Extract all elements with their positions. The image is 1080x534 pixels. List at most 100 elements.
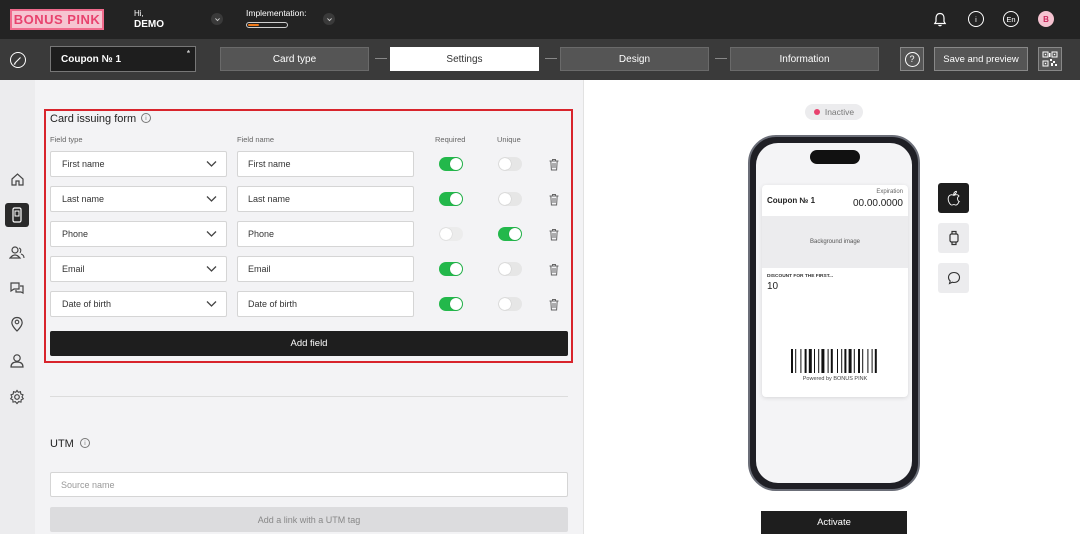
chevron-down-icon — [206, 196, 217, 202]
qr-code-button[interactable] — [1038, 47, 1062, 71]
required-toggle[interactable] — [439, 262, 463, 276]
settings-icon[interactable] — [8, 388, 26, 406]
clients-icon[interactable] — [8, 243, 26, 261]
toggle-knob — [499, 193, 511, 205]
coupon-name-field[interactable]: Coupon № 1 * — [50, 46, 196, 72]
field-type-select[interactable]: Date of birth — [50, 291, 227, 317]
toggle-knob — [450, 263, 462, 275]
card-preview-panel: Inactive Coupon № 1 Expiration 00.00.000… — [583, 80, 1080, 534]
unique-toggle[interactable] — [498, 297, 522, 311]
android-icon — [948, 230, 959, 246]
add-field-button[interactable]: Add field — [50, 331, 568, 356]
implementation-progress-bar — [246, 22, 288, 28]
step-card-type[interactable]: Card type — [220, 47, 369, 71]
status-dot-icon — [813, 109, 820, 115]
save-and-preview-button[interactable]: Save and preview — [934, 47, 1028, 71]
required-toggle[interactable] — [439, 192, 463, 206]
home-icon[interactable] — [8, 170, 26, 188]
field-name-input[interactable]: Phone — [237, 221, 414, 247]
chevron-down-icon — [206, 161, 217, 167]
settings-panel: Card issuing form i Field type Field nam… — [35, 80, 583, 534]
field-name-input[interactable]: Date of birth — [237, 291, 414, 317]
editor-toolbar: Coupon № 1 * Card type Settings Design I… — [0, 39, 1080, 80]
question-icon: ? — [904, 51, 920, 67]
utm-info-icon[interactable]: i — [80, 438, 90, 448]
language-switch[interactable]: En — [1003, 11, 1019, 27]
toggle-knob — [499, 158, 511, 170]
avatar[interactable]: B — [1038, 11, 1054, 27]
apple-wallet-button[interactable] — [938, 183, 969, 213]
background-image-placeholder: Background image — [762, 216, 908, 268]
field-name-input[interactable]: Last name — [237, 186, 414, 212]
source-name-input[interactable]: Source name — [50, 472, 568, 497]
coupon-name-text: Coupon № 1 — [61, 54, 122, 65]
user-greeting: Hi, DEMO — [134, 8, 164, 30]
unique-toggle[interactable] — [498, 157, 522, 171]
divider — [50, 396, 568, 397]
sidebar — [0, 80, 35, 534]
user-menu-chevron-icon[interactable] — [211, 13, 223, 25]
step-design[interactable]: Design — [560, 47, 709, 71]
apple-icon — [947, 190, 960, 206]
card-icon[interactable] — [5, 203, 29, 227]
field-type-value: First name — [62, 159, 105, 169]
toggle-knob — [450, 158, 462, 170]
chevron-down-icon — [206, 301, 217, 307]
toggle-knob — [450, 298, 462, 310]
delete-trash-icon[interactable] — [548, 228, 560, 241]
qr-code-icon — [1042, 51, 1058, 67]
help-button[interactable]: ? — [900, 47, 924, 71]
discount-label: DISCOUNT FOR THE FIRST... — [767, 274, 834, 279]
required-toggle[interactable] — [439, 157, 463, 171]
toggle-knob — [440, 228, 452, 240]
field-type-value: Date of birth — [62, 299, 112, 309]
delete-trash-icon[interactable] — [548, 298, 560, 311]
messages-icon[interactable] — [8, 279, 26, 297]
card-title: Coupon № 1 — [767, 196, 816, 205]
bell-icon[interactable] — [932, 11, 948, 27]
delete-trash-icon[interactable] — [548, 158, 560, 171]
info-icon[interactable]: i — [968, 11, 984, 27]
expiration-value: 00.00.0000 — [852, 198, 903, 209]
step-connector — [545, 58, 557, 59]
status-badge: Inactive — [805, 104, 863, 120]
implementation-chevron-icon[interactable] — [323, 13, 335, 25]
implementation-label: Implementation: — [246, 8, 307, 18]
field-type-select[interactable]: Email — [50, 256, 227, 282]
bonus-pink-logo[interactable]: BONUS PINK — [10, 9, 104, 30]
top-bar: BONUS PINK Hi, DEMO Implementation: i En… — [0, 0, 1080, 39]
field-name-header: Field name — [237, 135, 275, 144]
delete-trash-icon[interactable] — [548, 193, 560, 206]
user-name: DEMO — [134, 19, 164, 30]
toggle-knob — [450, 193, 462, 205]
step-settings[interactable]: Settings — [390, 47, 539, 71]
field-type-value: Last name — [62, 194, 105, 204]
field-type-value: Email — [62, 264, 85, 274]
field-type-select[interactable]: Last name — [50, 186, 227, 212]
message-preview-button[interactable] — [938, 263, 969, 293]
field-type-select[interactable]: Phone — [50, 221, 227, 247]
unique-toggle[interactable] — [498, 227, 522, 241]
user-icon[interactable] — [8, 351, 26, 369]
implementation-progress-fill — [248, 24, 259, 26]
dynamic-island — [810, 150, 860, 164]
required-toggle[interactable] — [439, 297, 463, 311]
edit-pen-icon[interactable] — [10, 52, 26, 68]
activate-button[interactable]: Activate — [761, 511, 907, 534]
form-info-icon[interactable]: i — [141, 113, 151, 123]
phone-mockup: Coupon № 1 Expiration 00.00.0000 Backgro… — [748, 135, 920, 491]
unique-toggle[interactable] — [498, 262, 522, 276]
field-name-input[interactable]: First name — [237, 151, 414, 177]
android-wallet-button[interactable] — [938, 223, 969, 253]
delete-trash-icon[interactable] — [548, 263, 560, 276]
field-type-select[interactable]: First name — [50, 151, 227, 177]
field-name-input[interactable]: Email — [237, 256, 414, 282]
required-toggle — [439, 227, 463, 241]
location-icon[interactable] — [8, 315, 26, 333]
unique-toggle[interactable] — [498, 192, 522, 206]
step-information[interactable]: Information — [730, 47, 879, 71]
status-text: Inactive — [824, 107, 855, 117]
barcode-icon — [791, 349, 877, 373]
utm-title: UTM — [50, 438, 74, 450]
add-utm-link-button[interactable]: Add a link with a UTM tag — [50, 507, 568, 532]
